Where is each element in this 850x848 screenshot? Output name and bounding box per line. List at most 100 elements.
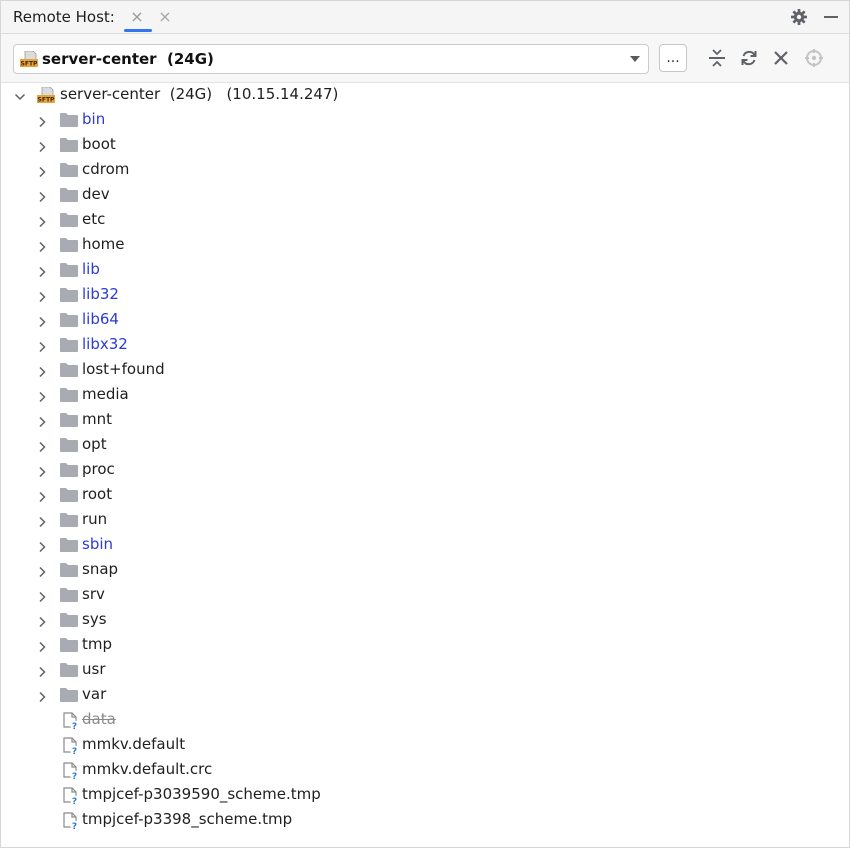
folder-icon [60,363,78,377]
chevron-right-icon[interactable] [36,514,48,528]
tab-close-icon[interactable]: × [129,9,145,25]
folder-label: proc [82,460,115,478]
tree-file-row[interactable]: ? tmpjcef-p3039590_scheme.tmp [1,783,849,808]
file-label: data [82,710,116,728]
folder-icon [60,538,78,552]
chevron-right-icon[interactable] [36,139,48,153]
tab-close-icon-secondary[interactable]: × [157,9,173,25]
tree-folder-row[interactable]: run [1,508,849,533]
folder-icon [60,513,78,527]
tree-folder-row[interactable]: srv [1,583,849,608]
chevron-right-icon[interactable] [36,439,48,453]
tree-file-row[interactable]: ? data [1,708,849,733]
chevron-right-icon[interactable] [36,314,48,328]
folder-label: bin [82,110,106,128]
tree-folder-row[interactable]: opt [1,433,849,458]
folder-icon [60,238,78,252]
tree-folder-row[interactable]: root [1,483,849,508]
tree-file-row[interactable]: ? tmpjcef-p3398_scheme.tmp [1,808,849,833]
file-label: tmpjcef-p3398_scheme.tmp [82,810,293,828]
tree-folder-row[interactable]: etc [1,208,849,233]
tree-folder-row[interactable]: lib64 [1,308,849,333]
chevron-right-icon[interactable] [36,614,48,628]
chevron-right-icon[interactable] [36,664,48,678]
chevron-right-icon[interactable] [36,289,48,303]
chevron-right-icon[interactable] [36,564,48,578]
svg-text:SFTP: SFTP [21,61,38,68]
tree-folder-row[interactable]: cdrom [1,158,849,183]
tree-folder-row[interactable]: boot [1,133,849,158]
tree-folder-row[interactable]: lost+found [1,358,849,383]
folder-label: lib [82,260,100,278]
folder-icon [60,213,78,227]
tree-folder-row[interactable]: proc [1,458,849,483]
folder-label: lib64 [82,310,119,328]
folder-label: etc [82,210,106,228]
folder-label: libx32 [82,335,128,353]
folder-label: sys [82,610,107,628]
chevron-right-icon[interactable] [36,264,48,278]
active-tab-indicator [124,29,152,32]
locate-icon[interactable] [804,48,824,68]
tree-folder-row[interactable]: lib [1,258,849,283]
tree-folder-row[interactable]: sbin [1,533,849,558]
svg-text:?: ? [72,722,77,730]
chevron-down-icon[interactable] [14,89,26,101]
folder-label: var [82,685,107,703]
host-select[interactable]: SFTP server-center (24G) [13,44,649,74]
refresh-icon[interactable] [739,48,759,68]
chevron-right-icon[interactable] [36,639,48,653]
folder-label: opt [82,435,107,453]
chevron-right-icon[interactable] [36,339,48,353]
chevron-right-icon[interactable] [36,114,48,128]
tree-root-row[interactable]: SFTP server-center (24G) (10.15.14.247) [1,83,849,108]
minimize-icon[interactable] [821,7,841,27]
tree-folder-row[interactable]: snap [1,558,849,583]
chevron-down-icon[interactable] [630,56,640,62]
tree-folder-row[interactable]: dev [1,183,849,208]
chevron-right-icon[interactable] [36,189,48,203]
collapse-all-icon[interactable] [707,48,727,68]
tree-folder-row[interactable]: tmp [1,633,849,658]
tree-folder-row[interactable]: bin [1,108,849,133]
chevron-right-icon[interactable] [36,164,48,178]
tree-folder-row[interactable]: home [1,233,849,258]
folder-icon [60,338,78,352]
tree-folder-row[interactable]: mnt [1,408,849,433]
svg-text:?: ? [72,822,77,830]
chevron-right-icon[interactable] [36,239,48,253]
folder-icon [60,588,78,602]
tree-folder-row[interactable]: media [1,383,849,408]
chevron-right-icon[interactable] [36,689,48,703]
folder-label: dev [82,185,110,203]
panel-header: Remote Host: × × [1,1,849,34]
tree-folder-row[interactable]: sys [1,608,849,633]
tree-file-row[interactable]: ? mmkv.default [1,733,849,758]
more-options-button[interactable]: ... [659,44,687,72]
sftp-icon: SFTP [20,50,38,71]
chevron-right-icon[interactable] [36,214,48,228]
tree-folder-row[interactable]: lib32 [1,283,849,308]
chevron-right-icon[interactable] [36,589,48,603]
chevron-right-icon[interactable] [36,414,48,428]
folder-icon [60,138,78,152]
folder-icon [60,163,78,177]
chevron-right-icon[interactable] [36,539,48,553]
unknown-file-icon: ? [62,712,80,734]
folder-icon [60,563,78,577]
chevron-right-icon[interactable] [36,389,48,403]
gear-icon[interactable] [789,7,809,27]
tree-folder-row[interactable]: libx32 [1,333,849,358]
folder-label: snap [82,560,119,578]
chevron-right-icon[interactable] [36,464,48,478]
close-icon[interactable] [771,48,791,68]
tree-folder-row[interactable]: usr [1,658,849,683]
svg-text:?: ? [72,797,77,805]
folder-label: tmp [82,635,113,653]
chevron-right-icon[interactable] [36,489,48,503]
tree-file-row[interactable]: ? mmkv.default.crc [1,758,849,783]
folder-label: boot [82,135,116,153]
folder-label: mnt [82,410,112,428]
chevron-right-icon[interactable] [36,364,48,378]
tree-folder-row[interactable]: var [1,683,849,708]
